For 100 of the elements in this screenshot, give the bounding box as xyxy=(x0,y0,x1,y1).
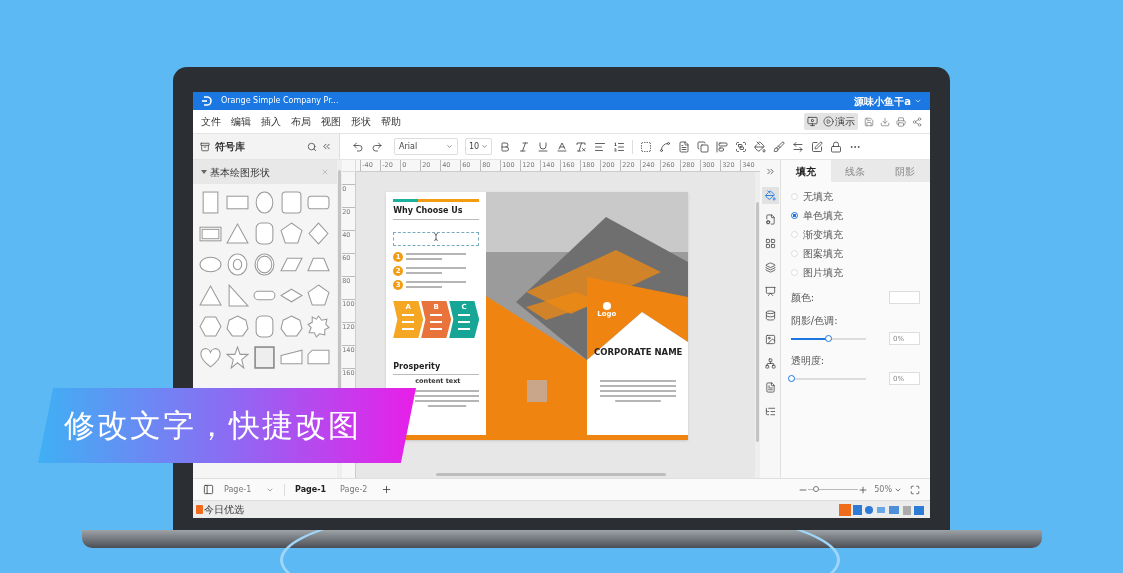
play-icon xyxy=(823,116,834,127)
caret-icon[interactable] xyxy=(914,97,922,105)
company-name: CORPORATE NAME xyxy=(592,347,684,358)
diamond-icon[interactable] xyxy=(307,222,331,245)
arrow-style-icon[interactable] xyxy=(792,140,804,153)
triangle-icon[interactable] xyxy=(226,222,250,245)
collapse-icon[interactable] xyxy=(321,141,332,152)
taskbar-app[interactable]: 今日优选 xyxy=(204,502,244,517)
text-box-icon[interactable] xyxy=(640,140,652,153)
scrollbar-thumb[interactable] xyxy=(338,170,342,390)
page-icon[interactable] xyxy=(764,382,776,393)
hierarchy-icon[interactable] xyxy=(764,358,776,369)
paint-bucket-icon xyxy=(764,190,776,201)
text-lines-drawing xyxy=(415,389,480,408)
align-left-icon[interactable] xyxy=(716,140,728,153)
text-box[interactable] xyxy=(393,232,480,246)
zoom-slider-thumb[interactable] xyxy=(813,486,820,492)
edit-icon[interactable] xyxy=(811,140,823,153)
triangle-icon[interactable] xyxy=(199,284,222,307)
search-icon[interactable] xyxy=(307,141,317,152)
double-ellipse-icon[interactable] xyxy=(253,253,277,276)
picture-icon[interactable] xyxy=(764,334,776,345)
text-lines-drawing xyxy=(457,314,472,332)
page-tab[interactable]: Page-1 xyxy=(295,483,327,496)
database-icon[interactable] xyxy=(764,310,776,321)
menu-item[interactable]: 文件 xyxy=(201,114,221,129)
scrollbar-thumb[interactable] xyxy=(436,472,667,476)
right-triangle-icon[interactable] xyxy=(226,284,250,307)
heptagon-icon[interactable] xyxy=(226,315,250,338)
panel-title: 符号库 xyxy=(215,140,245,154)
hexagon-icon[interactable] xyxy=(199,315,222,338)
menu-item[interactable]: 帮助 xyxy=(381,114,401,129)
menu-item[interactable]: 形状 xyxy=(351,114,371,129)
grid-icon[interactable] xyxy=(764,238,776,249)
page-select[interactable]: Page-1 xyxy=(224,483,274,496)
list-tree-icon[interactable] xyxy=(764,406,776,417)
user-name[interactable]: 源味小鱼干a xyxy=(854,93,911,109)
list-icon[interactable] xyxy=(613,140,625,153)
slider-label: 阴影/色调: xyxy=(790,314,839,328)
group-icon[interactable] xyxy=(735,140,747,153)
connector-icon[interactable] xyxy=(659,140,671,153)
undo-icon[interactable] xyxy=(352,140,364,153)
save-icon[interactable] xyxy=(864,116,874,127)
print-icon[interactable] xyxy=(896,116,906,127)
menu-item[interactable]: 视图 xyxy=(321,114,341,129)
radio-button[interactable] xyxy=(790,212,798,219)
paint-bucket-icon[interactable] xyxy=(754,140,766,153)
section-header[interactable]: 基本绘图形状 xyxy=(193,160,338,184)
pentagon-icon[interactable] xyxy=(280,222,304,245)
close-icon[interactable] xyxy=(321,168,330,176)
page-panel-icon[interactable] xyxy=(203,484,214,495)
menu-item[interactable]: 布局 xyxy=(291,114,311,129)
scrollbar-thumb[interactable] xyxy=(756,202,760,442)
present-button[interactable]: 演示 xyxy=(823,116,855,127)
underline-icon[interactable] xyxy=(537,140,549,153)
lock-icon[interactable] xyxy=(830,140,842,153)
page-tab[interactable]: Page-2 xyxy=(340,483,368,496)
rounded-rectangle-icon[interactable] xyxy=(280,191,304,214)
menu-item[interactable]: 插入 xyxy=(261,114,281,129)
radio-label: 渐变填充 xyxy=(802,228,843,241)
layers-icon[interactable] xyxy=(764,262,776,273)
expand-icon[interactable] xyxy=(764,166,776,177)
font-select[interactable]: Arial xyxy=(394,138,458,155)
window-title: Orange Simple Company Pr... xyxy=(221,95,339,107)
zoom-in-icon[interactable] xyxy=(858,484,869,495)
page-icon[interactable] xyxy=(678,140,690,153)
italic-icon[interactable] xyxy=(518,140,530,153)
color-label: 颜色: xyxy=(790,291,815,305)
slider-thumb[interactable] xyxy=(825,334,833,342)
heptagon-icon[interactable] xyxy=(280,315,304,338)
monitor-icon[interactable] xyxy=(807,116,818,127)
radio-label: 无填充 xyxy=(802,190,833,203)
pentagon-icon[interactable] xyxy=(307,284,331,307)
page-settings-icon[interactable] xyxy=(764,214,776,225)
color-swatch[interactable] xyxy=(889,291,920,304)
zoom-value[interactable]: 50% xyxy=(874,483,892,496)
font-color-icon[interactable] xyxy=(556,140,568,153)
fullscreen-icon[interactable] xyxy=(910,484,920,495)
menu-item[interactable]: 编辑 xyxy=(231,114,251,129)
font-size-select[interactable]: 10 xyxy=(465,138,492,155)
brush-icon[interactable] xyxy=(773,140,785,153)
bold-icon[interactable] xyxy=(499,140,511,153)
eight-point-star-icon[interactable] xyxy=(307,315,331,338)
presentation-icon[interactable] xyxy=(764,286,776,297)
library-icon xyxy=(200,141,210,152)
redo-icon[interactable] xyxy=(371,140,383,153)
slider-thumb[interactable] xyxy=(787,374,795,382)
ring-icon[interactable] xyxy=(226,253,250,276)
clear-format-icon[interactable] xyxy=(575,140,587,153)
framed-rectangle-icon[interactable] xyxy=(253,346,277,369)
copy-icon[interactable] xyxy=(697,140,709,153)
star-icon[interactable] xyxy=(226,346,250,369)
align-icon[interactable] xyxy=(594,140,606,153)
text-lines-drawing xyxy=(406,267,467,275)
paint-bucket-tab[interactable] xyxy=(761,187,779,204)
photo-placeholder xyxy=(527,380,548,402)
share-icon[interactable] xyxy=(912,116,922,127)
add-page-icon[interactable] xyxy=(381,484,393,495)
heart-icon[interactable] xyxy=(199,346,222,369)
download-icon[interactable] xyxy=(880,116,890,127)
